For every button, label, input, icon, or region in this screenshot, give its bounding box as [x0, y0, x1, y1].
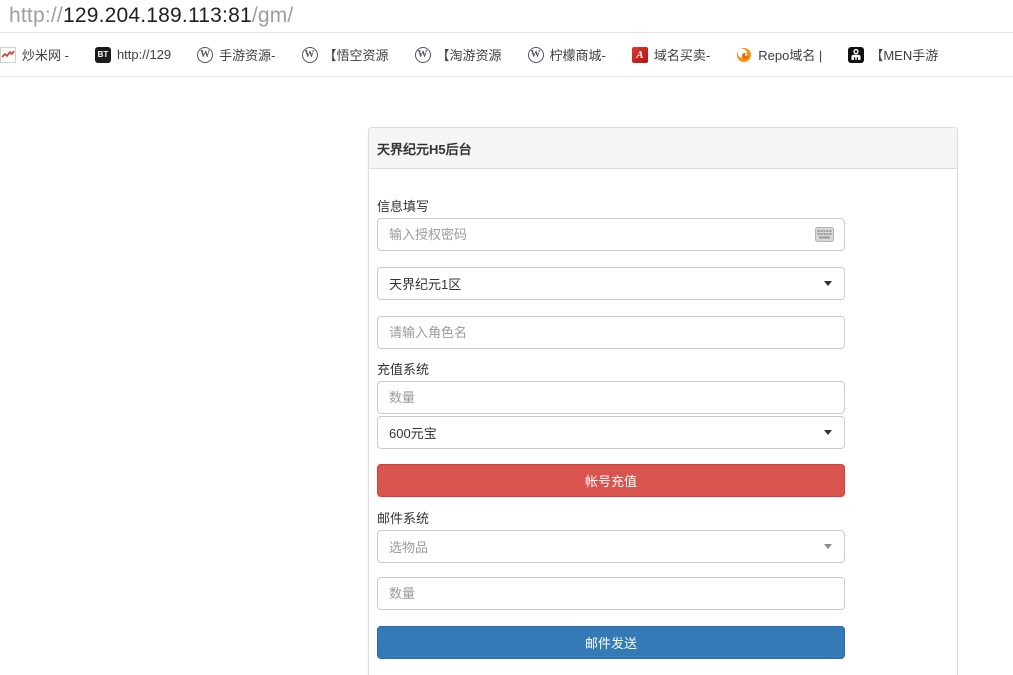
keyboard-icon[interactable]	[815, 227, 834, 242]
bookmark-bt[interactable]: BT http://129	[95, 47, 171, 63]
bookmarks-bar: 炒米网 - BT http://129 W 手游资源- W 【悟空资源 W 【淘…	[0, 33, 1013, 77]
bt-icon: BT	[95, 47, 111, 63]
panel-title: 天界纪元H5后台	[369, 128, 957, 169]
bookmark-label: 【淘游资源	[437, 45, 502, 64]
panel-body: 信息填写 天界纪元1区 充值系统 600	[369, 169, 957, 674]
url-path: /gm/	[252, 4, 294, 28]
server-select[interactable]: 天界纪元1区	[377, 267, 845, 300]
recharge-section-label: 充值系统	[377, 361, 949, 379]
bookmark-wukong-ziyuan[interactable]: W 【悟空资源	[302, 45, 389, 64]
bookmark-yuming-maimai[interactable]: A 域名买卖-	[632, 45, 710, 64]
bookmark-label: http://129	[117, 47, 171, 62]
bookmark-ningmeng-shangcheng[interactable]: W 柠檬商城-	[528, 45, 606, 64]
info-section-label: 信息填写	[377, 198, 949, 216]
item-select[interactable]: 选物品	[377, 530, 845, 563]
role-name-input[interactable]	[377, 316, 845, 349]
auth-password-input[interactable]	[377, 218, 845, 251]
bookmark-repo-yuming[interactable]: Repo域名 |	[736, 45, 822, 64]
chevron-down-icon	[824, 281, 832, 286]
wordpress-icon: W	[302, 47, 318, 63]
repo-swirl-icon	[736, 47, 752, 63]
account-recharge-button[interactable]: 帐号充值	[377, 464, 845, 497]
bookmark-chaomiwang[interactable]: 炒米网 -	[0, 45, 69, 64]
wordpress-icon: W	[197, 47, 213, 63]
recharge-quantity-input[interactable]	[377, 381, 845, 414]
mail-quantity-input[interactable]	[377, 577, 845, 610]
bookmark-taoyou-ziyuan[interactable]: W 【淘游资源	[415, 45, 502, 64]
chevron-down-icon	[824, 544, 832, 549]
currency-select-value: 600元宝	[389, 423, 437, 442]
bookmark-label: 域名买卖-	[654, 45, 710, 64]
bookmark-label: 【MEN手游	[870, 45, 938, 64]
wordpress-icon: W	[528, 47, 544, 63]
admin-panel: 天界纪元H5后台 信息填写 天界纪元1区 充值系	[368, 127, 958, 675]
server-select-value: 天界纪元1区	[389, 274, 461, 293]
mail-section-label: 邮件系统	[377, 510, 949, 528]
url-host: 129.204.189.113:81	[63, 4, 252, 28]
item-select-value: 选物品	[389, 537, 428, 556]
stock-chart-icon	[0, 47, 16, 63]
bookmark-label: 炒米网 -	[22, 45, 69, 64]
bookmark-label: Repo域名 |	[758, 45, 822, 64]
bookmark-shouyou-ziyuan[interactable]: W 手游资源-	[197, 45, 275, 64]
bookmark-label: 手游资源-	[219, 45, 275, 64]
url-scheme: http://	[9, 4, 63, 28]
bookmark-men-shouyou[interactable]: 【MEN手游	[848, 45, 938, 64]
currency-select[interactable]: 600元宝	[377, 416, 845, 449]
bookmark-label: 柠檬商城-	[550, 45, 606, 64]
address-bar[interactable]: http://129.204.189.113:81/gm/	[0, 0, 1013, 33]
chevron-down-icon	[824, 430, 832, 435]
men-person-icon	[848, 47, 864, 63]
wordpress-icon: W	[415, 47, 431, 63]
mail-send-button[interactable]: 邮件发送	[377, 626, 845, 659]
bookmark-label: 【悟空资源	[324, 45, 389, 64]
domain-a-icon: A	[632, 47, 648, 63]
